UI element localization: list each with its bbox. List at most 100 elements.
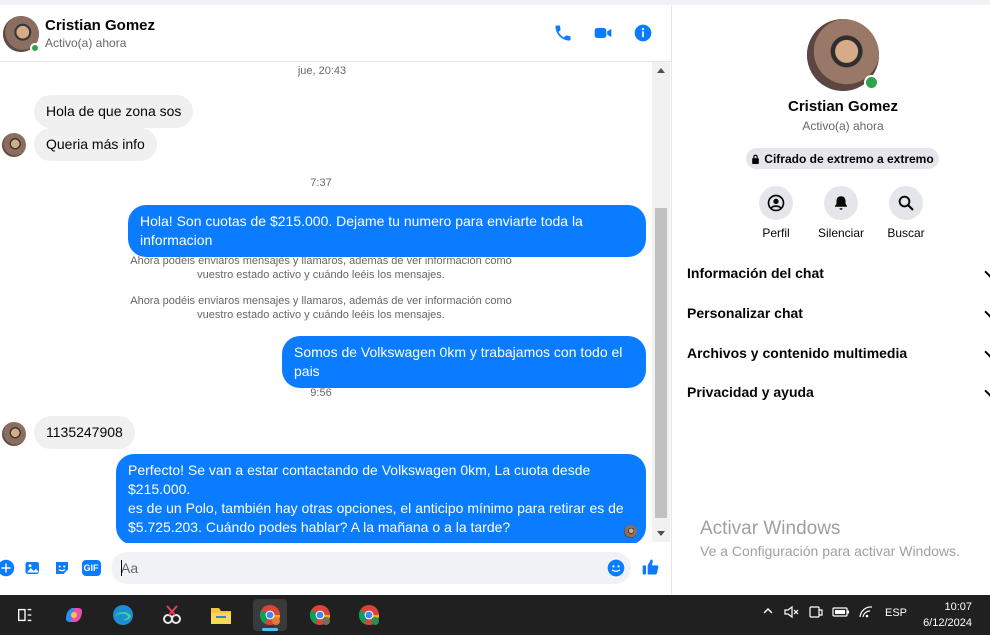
lock-icon xyxy=(752,154,760,164)
chat-header: Cristian Gomez Activo(a) ahora xyxy=(0,5,671,62)
sender-avatar[interactable] xyxy=(2,422,26,446)
text-caret xyxy=(121,560,122,576)
action-label: Perfil xyxy=(762,226,790,240)
system-clock[interactable]: 10:07 6/12/2024 xyxy=(923,599,972,631)
copilot-icon xyxy=(66,608,82,622)
scroll-up-arrow[interactable] xyxy=(657,68,665,73)
device-icon xyxy=(809,606,823,618)
file-explorer-button[interactable] xyxy=(204,599,238,631)
chrome-icon xyxy=(259,605,280,625)
system-notice-line: vuestro estado activo y cuándo leéis los… xyxy=(197,309,445,321)
gif-button[interactable]: GIF xyxy=(80,558,102,578)
clock-date: 6/12/2024 xyxy=(923,617,972,629)
outgoing-message[interactable]: Somos de Volkswagen 0km y trabajamos con… xyxy=(282,336,646,388)
system-notice-line: vuestro estado activo y cuándo leéis los… xyxy=(197,269,445,281)
contact-status: Activo(a) ahora xyxy=(45,36,127,50)
plus-circle-icon xyxy=(0,559,15,577)
scroll-thumb[interactable] xyxy=(655,208,667,518)
read-receipt-avatar xyxy=(624,525,637,538)
scroll-down-arrow[interactable] xyxy=(657,531,665,536)
audio-call-button[interactable] xyxy=(552,22,574,44)
chat-details-panel: Cristian Gomez Activo(a) ahora Cifrado d… xyxy=(672,5,990,595)
section-privacy-support[interactable]: Privacidad y ayuda xyxy=(687,384,990,404)
windows-activation-subtitle: Ve a Configuración para activar Windows. xyxy=(700,543,960,559)
chevron-down-icon xyxy=(984,306,990,318)
edge-icon xyxy=(113,605,133,625)
input-language-button[interactable]: ESP xyxy=(885,607,907,619)
encryption-label: Cifrado de extremo a extremo xyxy=(764,151,934,166)
section-label: Personalizar chat xyxy=(687,305,803,321)
mute-action-button[interactable]: Silenciar xyxy=(811,186,871,240)
chrome-window-2[interactable] xyxy=(303,599,337,631)
windows-taskbar: ESP 10:07 6/12/2024 xyxy=(0,595,990,635)
copilot-button[interactable] xyxy=(57,599,91,631)
system-notice: Ahora podéis enviaros mensajes y llamaro… xyxy=(111,254,531,282)
system-notice: Ahora podéis enviaros mensajes y llamaro… xyxy=(111,294,531,322)
search-action-button[interactable]: Buscar xyxy=(876,186,936,240)
sticker-icon xyxy=(56,562,68,574)
more-actions-button[interactable] xyxy=(0,558,16,578)
incoming-message[interactable]: Hola de que zona sos xyxy=(34,95,194,128)
video-camera-icon xyxy=(594,28,612,38)
section-media-files[interactable]: Archivos y contenido multimedia xyxy=(687,345,990,365)
battery-button[interactable] xyxy=(832,605,850,622)
battery-icon xyxy=(832,607,849,617)
system-notice-line: Ahora podéis enviaros mensajes y llamaro… xyxy=(130,255,512,267)
section-chat-info[interactable]: Información del chat xyxy=(687,265,990,285)
folder-icon xyxy=(211,608,231,624)
task-view-button[interactable] xyxy=(8,599,42,631)
search-icon xyxy=(898,195,914,211)
chrome-window-1[interactable] xyxy=(253,599,287,631)
active-window-indicator xyxy=(262,628,278,631)
snipping-tool-icon xyxy=(163,605,181,624)
image-icon xyxy=(25,562,39,574)
online-indicator xyxy=(864,75,879,90)
message-timestamp: jue, 20:43 xyxy=(297,65,347,77)
chrome-icon xyxy=(309,605,330,625)
incoming-message[interactable]: Queria más info xyxy=(34,128,157,161)
online-indicator xyxy=(30,43,40,53)
contact-name[interactable]: Cristian Gomez xyxy=(45,17,155,34)
outgoing-message[interactable]: Perfecto! Se van a estar contactando de … xyxy=(116,454,646,545)
mute-action-circle xyxy=(824,186,858,220)
video-call-button[interactable] xyxy=(592,22,614,44)
message-list[interactable]: jue, 20:43 Hola de que zona sos Queria m… xyxy=(0,62,652,545)
contact-avatar[interactable] xyxy=(3,16,40,53)
outgoing-message[interactable]: Hola! Son cuotas de $215.000. Dejame tu … xyxy=(128,205,646,257)
sender-avatar[interactable] xyxy=(2,133,26,157)
device-button[interactable] xyxy=(808,605,824,622)
chevron-down-icon xyxy=(984,385,990,397)
sticker-button[interactable] xyxy=(52,558,72,578)
messenger-app: Cristian Gomez Activo(a) ahora jue, 20:4… xyxy=(0,0,990,595)
section-label: Privacidad y ayuda xyxy=(687,384,814,400)
edge-button[interactable] xyxy=(106,599,140,631)
conversation-info-button[interactable] xyxy=(632,22,654,44)
incoming-message[interactable]: 1135247908 xyxy=(34,416,135,449)
chevron-down-icon xyxy=(984,266,990,278)
section-customize-chat[interactable]: Personalizar chat xyxy=(687,305,990,325)
profile-action-button[interactable]: Perfil xyxy=(746,186,806,240)
action-label: Silenciar xyxy=(817,226,865,240)
section-label: Archivos y contenido multimedia xyxy=(687,345,908,361)
search-action-circle xyxy=(889,186,923,220)
attach-image-button[interactable] xyxy=(23,558,43,578)
message-line: es de un Polo, también hay otras opcione… xyxy=(128,500,624,516)
speaker-muted-icon xyxy=(784,605,799,619)
message-scrollbar[interactable] xyxy=(652,62,670,542)
thumbs-up-icon xyxy=(642,559,659,575)
profile-name: Cristian Gomez xyxy=(787,98,899,115)
network-button[interactable] xyxy=(858,605,874,622)
volume-button[interactable] xyxy=(784,605,800,622)
message-input-box[interactable] xyxy=(111,552,631,584)
task-view-icon xyxy=(18,608,32,622)
snipping-tool-button[interactable] xyxy=(155,599,189,631)
like-button[interactable] xyxy=(641,557,661,577)
message-input[interactable] xyxy=(121,558,601,578)
profile-status: Activo(a) ahora xyxy=(802,119,884,133)
profile-avatar[interactable] xyxy=(807,19,879,91)
show-hidden-icons-button[interactable] xyxy=(762,605,774,620)
emoji-button[interactable] xyxy=(606,558,626,583)
bell-icon xyxy=(835,196,847,210)
chrome-window-3[interactable] xyxy=(352,599,386,631)
encryption-badge[interactable]: Cifrado de extremo a extremo xyxy=(746,148,939,169)
